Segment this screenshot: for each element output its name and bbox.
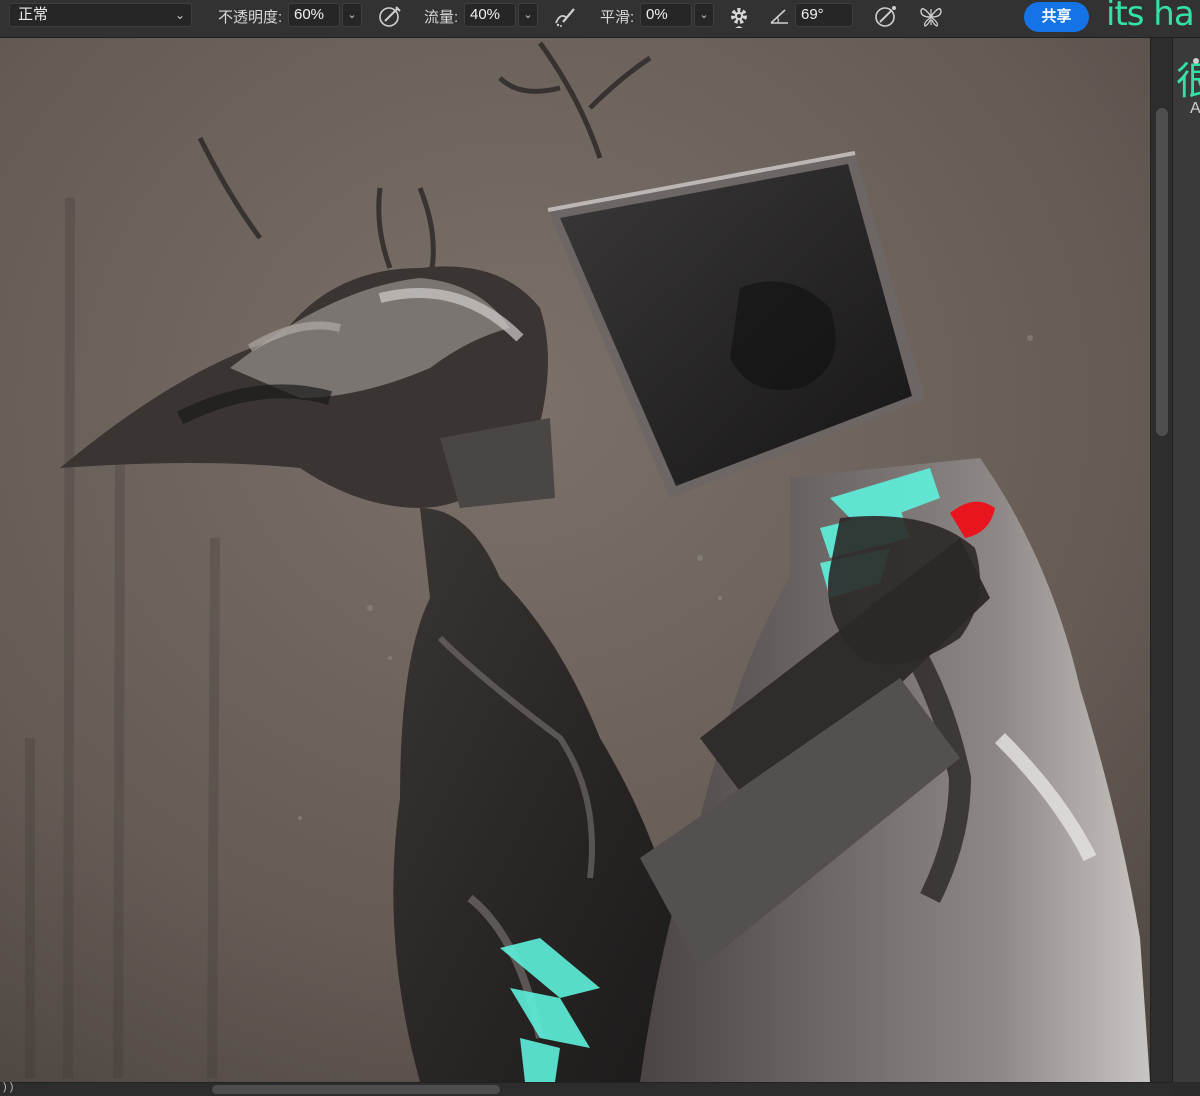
gear-icon[interactable] (726, 3, 752, 29)
butterfly-icon[interactable] (918, 3, 944, 29)
angle-icon (770, 9, 788, 24)
horizontal-scrollbar[interactable] (0, 1082, 1172, 1096)
opacity-input[interactable]: 60% (288, 3, 340, 27)
flow-input[interactable]: 40% (464, 3, 516, 27)
opacity-dropdown[interactable]: ⌄ (342, 3, 362, 27)
document-canvas[interactable] (0, 38, 1150, 1082)
smoothing-label: 平滑: (600, 9, 635, 26)
panel-label: A (1190, 100, 1200, 117)
right-panel (1172, 38, 1200, 1082)
status-text: ) ) (3, 1081, 14, 1093)
vertical-scroll-thumb[interactable] (1156, 108, 1168, 436)
chevron-down-icon: ⌄ (174, 8, 185, 22)
horizontal-scroll-thumb[interactable] (212, 1085, 500, 1094)
angle-input[interactable]: 69° (795, 3, 853, 27)
airbrush-icon[interactable] (377, 3, 403, 29)
artwork (0, 38, 1150, 1082)
overlay-text: its ha (1106, 0, 1195, 34)
options-bar: 正常 ⌄ 不透明度: 60% ⌄ 流量: 40% ⌄ 平滑: 0% ⌄ 69° (0, 0, 1200, 38)
blend-mode-select[interactable]: 正常 ⌄ (9, 3, 192, 27)
smoothing-input[interactable]: 0% (640, 3, 692, 27)
airbrush-flow-icon[interactable] (552, 3, 578, 29)
pressure-icon[interactable] (873, 3, 899, 29)
flow-label: 流量: (424, 9, 459, 26)
blend-mode-value: 正常 (18, 6, 49, 23)
smoothing-dropdown[interactable]: ⌄ (694, 3, 714, 27)
overlay-glyph: 很 (1176, 61, 1200, 103)
opacity-label: 不透明度: (218, 9, 283, 26)
flow-dropdown[interactable]: ⌄ (518, 3, 538, 27)
share-button[interactable]: 共享 (1024, 2, 1089, 32)
